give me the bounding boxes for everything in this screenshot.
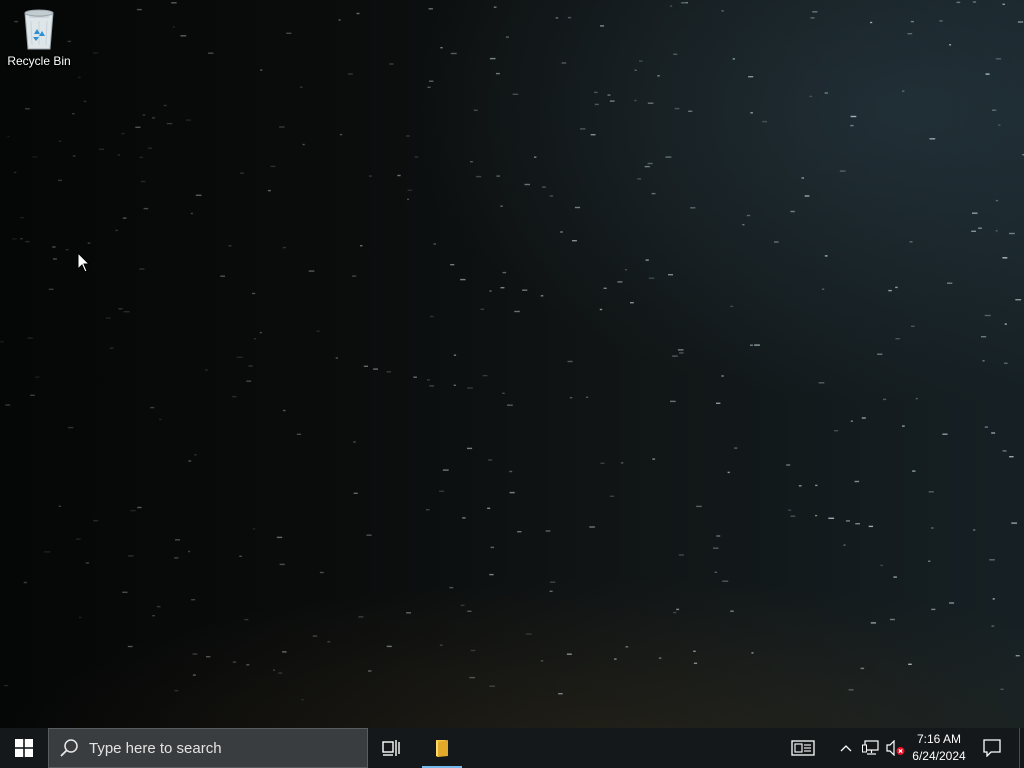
search-icon — [60, 739, 78, 757]
news-and-interests-button[interactable] — [784, 728, 822, 768]
action-center-button[interactable] — [975, 728, 1009, 768]
volume-button[interactable] — [884, 728, 908, 768]
news-icon — [791, 740, 815, 756]
clock-time: 7:16 AM — [916, 732, 962, 746]
desktop-icon-label: Recycle Bin — [7, 54, 71, 68]
windows-logo-icon — [15, 739, 33, 757]
taskbar-clock[interactable]: 7:16 AM 6/24/2024 — [908, 728, 970, 768]
network-button[interactable] — [860, 728, 882, 768]
mouse-cursor-icon — [77, 252, 91, 273]
task-view-button[interactable] — [372, 728, 412, 768]
taskbar-app-file-explorer[interactable] — [422, 728, 462, 768]
start-button[interactable] — [0, 728, 48, 768]
notification-icon — [983, 739, 1001, 757]
chevron-up-icon — [840, 745, 852, 752]
show-desktop-button[interactable] — [1019, 728, 1024, 768]
task-view-icon — [382, 740, 400, 756]
desktop[interactable]: Recycle Bin — [0, 0, 1024, 728]
taskbar: Type here to search 7:16 AM 6/24/2024 — [0, 728, 1024, 768]
volume-muted-icon — [886, 740, 905, 756]
search-input[interactable]: Type here to search — [48, 728, 368, 768]
clock-date: 6/24/2024 — [912, 749, 966, 763]
desktop-icon-recycle-bin[interactable]: Recycle Bin — [4, 6, 74, 76]
folder-icon — [436, 740, 448, 757]
wallpaper — [0, 0, 1024, 728]
recycle-bin-icon — [24, 9, 54, 50]
show-hidden-icons-button[interactable] — [836, 728, 856, 768]
network-icon — [862, 740, 879, 755]
search-placeholder: Type here to search — [89, 739, 222, 757]
